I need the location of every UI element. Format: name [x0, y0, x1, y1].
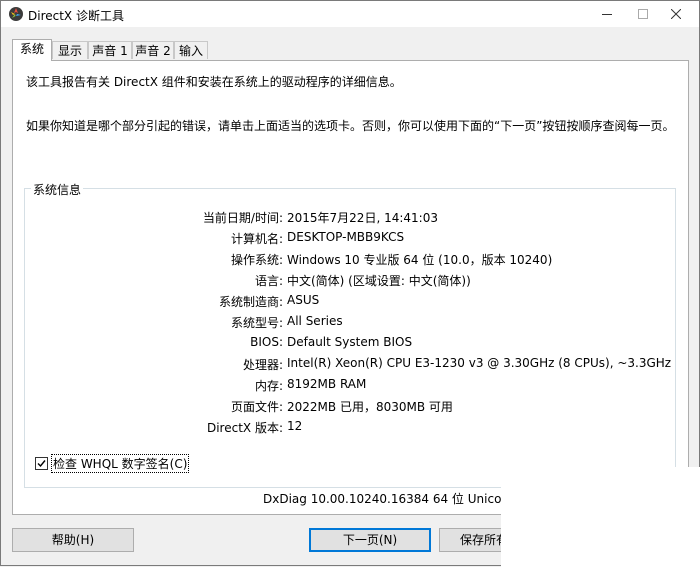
system-tab-panel: 该工具报告有关 DirectX 组件和安装在系统上的驱动程序的详细信息。 如果你… — [12, 60, 689, 515]
info-value: Intel(R) Xeon(R) CPU E3-1230 v3 @ 3.30GH… — [287, 356, 672, 370]
tab-system[interactable]: 系统 — [12, 39, 52, 61]
tab-sound-2[interactable]: 声音 2 — [132, 41, 174, 59]
whql-checkbox-row[interactable]: 检查 WHQL 数字签名(C) — [35, 453, 190, 473]
help-button-label: 帮助(H) — [51, 533, 95, 547]
info-label: 内存: — [254, 379, 283, 393]
info-value: DESKTOP-MBB9KCS — [287, 230, 405, 244]
info-row-page-file: 页面文件: 2022MB 已用，8030MB 可用 — [25, 398, 675, 414]
tab-sound-1[interactable]: 声音 1 — [88, 41, 132, 59]
next-page-button-label: 下一页(N) — [342, 533, 398, 547]
minimize-icon — [602, 14, 612, 15]
close-icon — [671, 9, 681, 19]
obscured-region — [501, 467, 700, 567]
info-value: All Series — [287, 314, 343, 328]
info-value: Windows 10 专业版 64 位 (10.0，版本 10240) — [287, 253, 553, 267]
info-row-memory: 内存: 8192MB RAM — [25, 377, 675, 393]
system-info-group: 系统信息 当前日期/时间: 2015年7月22日, 14:41:03 计算机名:… — [24, 181, 676, 488]
info-value: Default System BIOS — [287, 335, 413, 349]
info-row-language: 语言: 中文(简体) (区域设置: 中文(简体)) — [25, 272, 675, 288]
info-row-directx-version: DirectX 版本: 12 — [25, 419, 675, 435]
info-row-os: 操作系统: Windows 10 专业版 64 位 (10.0，版本 10240… — [25, 251, 675, 267]
info-value: 8192MB RAM — [287, 377, 367, 391]
info-row-bios: BIOS: Default System BIOS — [25, 335, 675, 351]
next-page-button[interactable]: 下一页(N) — [309, 528, 431, 552]
info-row-datetime: 当前日期/时间: 2015年7月22日, 14:41:03 — [25, 209, 675, 225]
dxdiag-window: DirectX 诊断工具 系统 显示 声音 1 声音 2 输入 该工具报告有关 … — [0, 0, 700, 567]
info-label: 操作系统: — [230, 253, 283, 267]
info-label: 计算机名: — [230, 232, 283, 246]
info-label: 当前日期/时间: — [202, 211, 283, 225]
checkmark-icon — [37, 459, 46, 467]
info-label: 语言: — [254, 274, 283, 288]
maximize-icon — [638, 9, 648, 19]
info-label: 系统制造商: — [218, 295, 283, 309]
whql-checkbox-label[interactable]: 检查 WHQL 数字签名(C) — [51, 453, 190, 473]
info-value: 2022MB 已用，8030MB 可用 — [287, 400, 453, 414]
whql-checkbox[interactable] — [35, 456, 48, 470]
info-value: 中文(简体) (区域设置: 中文(简体)) — [287, 274, 471, 288]
tab-input[interactable]: 输入 — [174, 41, 208, 59]
intro-text-2: 如果你知道是哪个部分引起的错误，请单击上面适当的选项卡。否则，你可以使用下面的“… — [26, 119, 675, 133]
info-label: 系统型号: — [230, 316, 283, 330]
info-value: 2015年7月22日, 14:41:03 — [287, 211, 438, 225]
intro-text-1: 该工具报告有关 DirectX 组件和安装在系统上的驱动程序的详细信息。 — [26, 75, 402, 89]
info-row-manufacturer: 系统制造商: ASUS — [25, 293, 675, 309]
info-row-processor: 处理器: Intel(R) Xeon(R) CPU E3-1230 v3 @ 3… — [25, 356, 675, 372]
info-label: 处理器: — [242, 358, 283, 372]
title-bar[interactable]: DirectX 诊断工具 — [1, 1, 699, 27]
info-label: BIOS: — [250, 335, 283, 349]
info-value: ASUS — [287, 293, 320, 307]
close-button[interactable] — [653, 1, 699, 27]
info-label: DirectX 版本: — [206, 421, 283, 435]
directx-app-icon — [8, 6, 24, 22]
info-value: 12 — [287, 419, 303, 433]
window-title: DirectX 诊断工具 — [28, 9, 124, 23]
info-row-model: 系统型号: All Series — [25, 314, 675, 330]
info-row-computer-name: 计算机名: DESKTOP-MBB9KCS — [25, 230, 675, 246]
tab-display[interactable]: 显示 — [52, 41, 88, 59]
info-label: 页面文件: — [230, 400, 283, 414]
help-button[interactable]: 帮助(H) — [12, 528, 134, 552]
system-info-group-label: 系统信息 — [31, 181, 84, 198]
